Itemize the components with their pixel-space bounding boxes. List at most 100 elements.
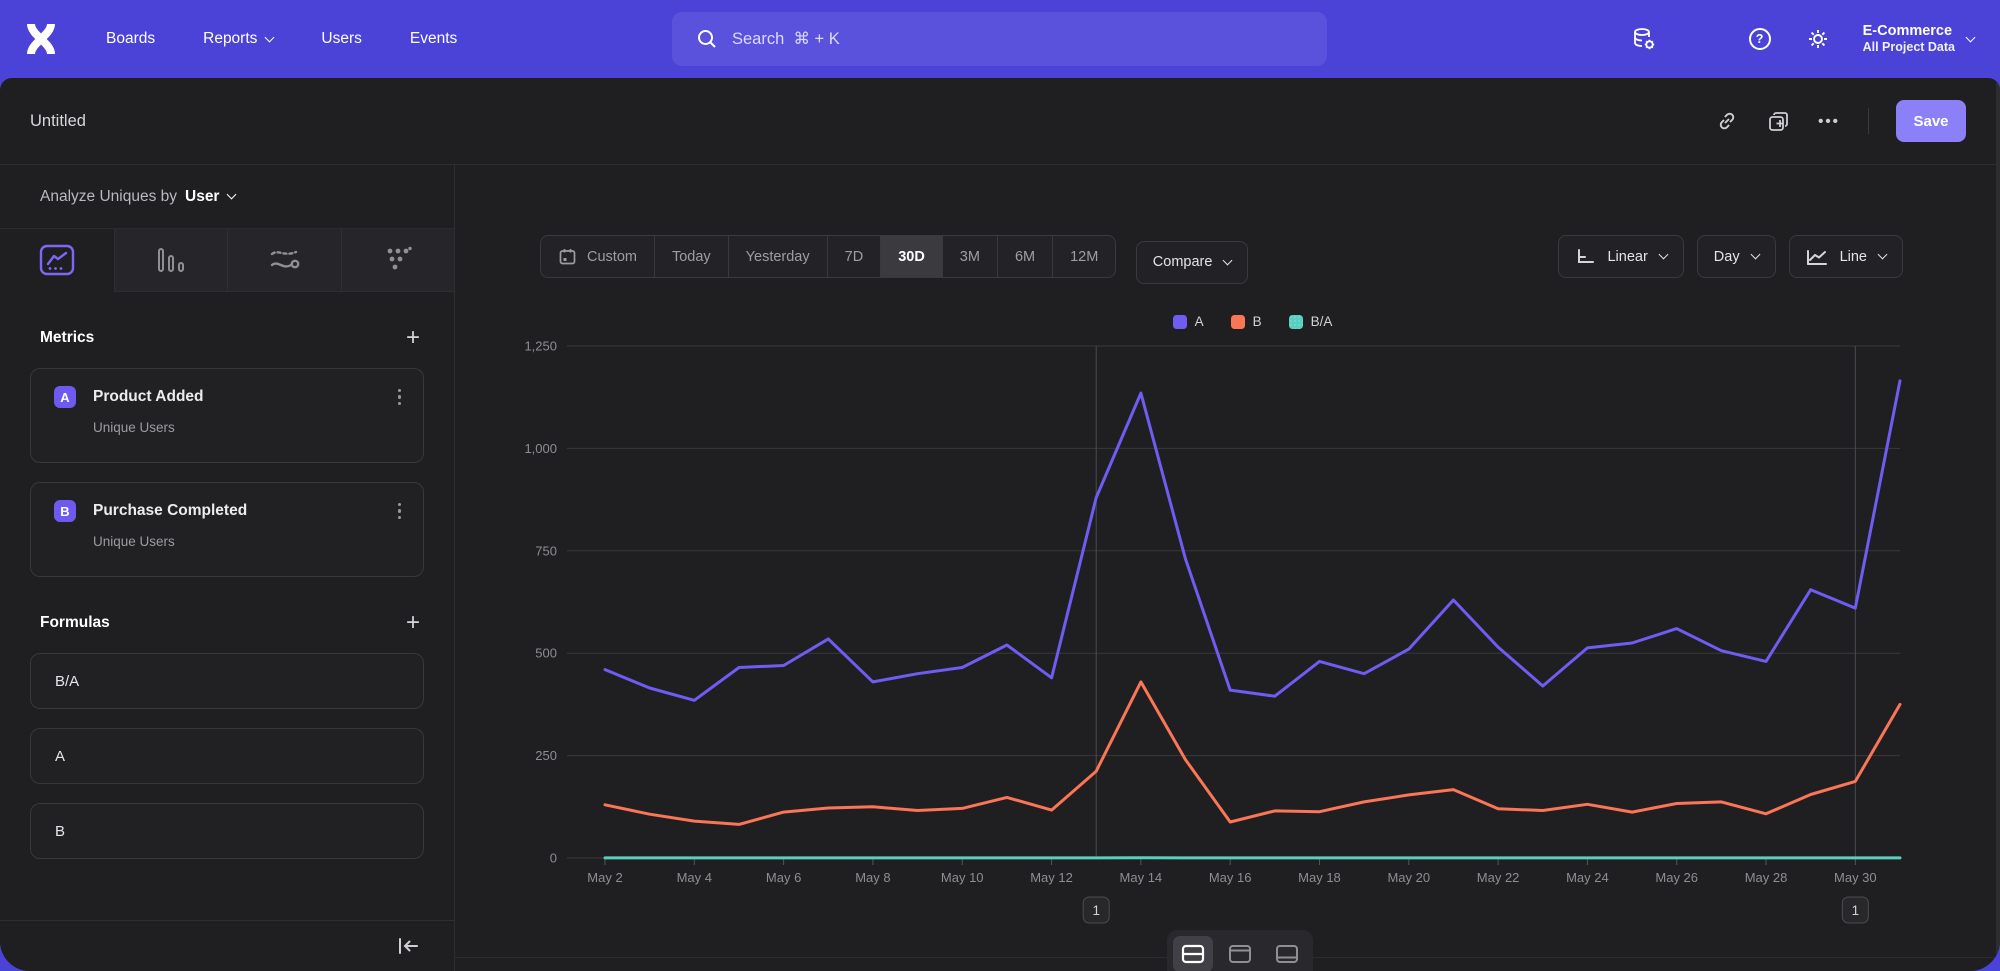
project-name: E-Commerce bbox=[1863, 22, 1955, 40]
metrics-section-head: Metrics + bbox=[40, 328, 420, 348]
svg-text:1: 1 bbox=[1852, 903, 1860, 918]
x-axis-label: May 8 bbox=[855, 870, 890, 885]
y-axis-label: 1,250 bbox=[524, 339, 557, 354]
more-options-button[interactable]: ••• bbox=[1817, 109, 1841, 133]
window-scrollbar[interactable] bbox=[1996, 78, 2000, 971]
nav-links: Boards Reports Users Events bbox=[106, 30, 457, 48]
x-axis-label: May 30 bbox=[1834, 870, 1877, 885]
formula-label: B/A bbox=[55, 673, 79, 690]
mixpanel-logo[interactable] bbox=[22, 21, 62, 57]
x-axis-label: May 4 bbox=[677, 870, 712, 885]
nav-item-label: Boards bbox=[106, 30, 155, 48]
add-metric-button[interactable]: + bbox=[406, 328, 420, 348]
series-line-b[interactable] bbox=[605, 682, 1900, 825]
nav-item-boards[interactable]: Boards bbox=[106, 30, 155, 48]
metric-title: Product Added bbox=[93, 388, 396, 406]
x-axis-label: May 18 bbox=[1298, 870, 1341, 885]
x-axis-label: May 6 bbox=[766, 870, 801, 885]
y-axis-label: 750 bbox=[535, 543, 557, 558]
help-icon[interactable]: ? bbox=[1747, 26, 1773, 52]
metric-options-button[interactable] bbox=[396, 501, 404, 522]
chevron-down-icon bbox=[265, 32, 275, 42]
chart-panel: CustomTodayYesterday7D30D3M6M12M Compare… bbox=[455, 165, 2000, 971]
formula-card[interactable]: B/A bbox=[30, 653, 424, 709]
view-type-tabs bbox=[0, 228, 454, 292]
y-axis-label: 250 bbox=[535, 748, 557, 763]
metric-card[interactable]: B Purchase Completed Unique Users bbox=[30, 482, 424, 577]
breakdown-dots-icon bbox=[383, 246, 413, 274]
svg-text:1: 1 bbox=[1092, 903, 1100, 918]
formulas-heading: Formulas bbox=[40, 614, 110, 632]
trend-chart[interactable]: 0 250 500 750 1,000 1,250 May 2 May 4 May 6 May 8… bbox=[455, 165, 2000, 971]
nav-item-label: Users bbox=[321, 30, 361, 48]
metrics-heading: Metrics bbox=[40, 329, 94, 347]
entity-selector[interactable]: User bbox=[185, 188, 235, 206]
settings-gear-icon[interactable] bbox=[1805, 26, 1831, 52]
series-line-a[interactable] bbox=[605, 381, 1900, 701]
metric-badge: B bbox=[54, 500, 76, 522]
save-button[interactable]: Save bbox=[1896, 100, 1966, 142]
x-axis-label: May 14 bbox=[1120, 870, 1163, 885]
project-subtitle: All Project Data bbox=[1863, 40, 1955, 56]
x-axis-label: May 16 bbox=[1209, 870, 1252, 885]
layout-chart-view-button[interactable] bbox=[1220, 936, 1260, 971]
data-connections-icon[interactable] bbox=[1631, 26, 1657, 52]
x-axis-label: May 10 bbox=[941, 870, 984, 885]
nav-item-label: Events bbox=[410, 30, 457, 48]
content-window: Untitled ••• bbox=[0, 78, 2000, 971]
metric-cards: A Product Added Unique Users B Purchase Comp… bbox=[30, 368, 424, 577]
view-tab-bar-chart[interactable] bbox=[114, 229, 228, 292]
y-axis-label: 1,000 bbox=[524, 441, 557, 456]
top-nav: Boards Reports Users Events ? bbox=[0, 0, 2000, 78]
view-tab-line-chart[interactable] bbox=[0, 229, 114, 292]
add-formula-button[interactable]: + bbox=[406, 613, 420, 633]
share-link-button[interactable] bbox=[1715, 109, 1739, 133]
nav-item-events[interactable]: Events bbox=[410, 30, 457, 48]
y-axis-label: 500 bbox=[535, 646, 557, 661]
page-title: Untitled bbox=[30, 112, 86, 131]
view-tab-flow[interactable] bbox=[227, 229, 341, 292]
collapse-sidebar-button[interactable] bbox=[396, 936, 420, 956]
search-input[interactable] bbox=[732, 30, 1232, 49]
formula-card[interactable]: A bbox=[30, 728, 424, 784]
toolbar-divider bbox=[1868, 108, 1869, 134]
nav-item-reports[interactable]: Reports bbox=[203, 30, 273, 48]
annotation-badge[interactable]: 1 bbox=[1083, 897, 1109, 923]
question-mark: ? bbox=[1749, 28, 1771, 50]
formula-card[interactable]: B bbox=[30, 803, 424, 859]
chevron-down-icon bbox=[227, 190, 237, 200]
line-chart-icon bbox=[39, 244, 75, 276]
y-axis-label: 0 bbox=[550, 851, 557, 866]
formula-label: A bbox=[55, 748, 65, 765]
flow-icon bbox=[267, 246, 301, 274]
query-sidebar: Analyze Uniques by User bbox=[0, 165, 455, 971]
metric-title: Purchase Completed bbox=[93, 502, 396, 520]
entity-selector-value: User bbox=[185, 188, 219, 206]
nav-item-users[interactable]: Users bbox=[321, 30, 361, 48]
duplicate-button[interactable] bbox=[1766, 109, 1790, 133]
x-axis-label: May 2 bbox=[587, 870, 622, 885]
layout-toggle-group bbox=[1167, 930, 1313, 971]
search-icon bbox=[696, 28, 718, 50]
search-bar[interactable] bbox=[672, 12, 1327, 66]
report-toolbar: Untitled ••• bbox=[0, 78, 2000, 165]
x-axis-label: May 26 bbox=[1655, 870, 1698, 885]
metric-badge: A bbox=[54, 386, 76, 408]
x-axis-label: May 12 bbox=[1030, 870, 1073, 885]
metric-options-button[interactable] bbox=[396, 387, 404, 408]
x-axis-label: May 28 bbox=[1745, 870, 1788, 885]
view-tab-breakdown-dots[interactable] bbox=[341, 229, 455, 292]
analysis-header-prefix: Analyze Uniques by bbox=[40, 188, 177, 206]
metric-subtitle: Unique Users bbox=[93, 534, 403, 549]
project-switcher[interactable]: E-Commerce All Project Data bbox=[1863, 22, 1974, 56]
metric-card[interactable]: AProduct AddedUnique Users bbox=[30, 368, 424, 463]
chevron-down-icon bbox=[1966, 32, 1976, 42]
bar-chart-icon bbox=[158, 248, 184, 272]
annotation-badge[interactable]: 1 bbox=[1842, 897, 1868, 923]
formulas-section-head: Formulas + bbox=[40, 613, 420, 633]
apps-grid-icon[interactable] bbox=[1689, 26, 1715, 52]
x-axis-label: May 20 bbox=[1387, 870, 1430, 885]
layout-split-view-button[interactable] bbox=[1173, 936, 1213, 971]
app-root: Boards Reports Users Events ? bbox=[0, 0, 2000, 971]
layout-table-view-button[interactable] bbox=[1267, 936, 1307, 971]
